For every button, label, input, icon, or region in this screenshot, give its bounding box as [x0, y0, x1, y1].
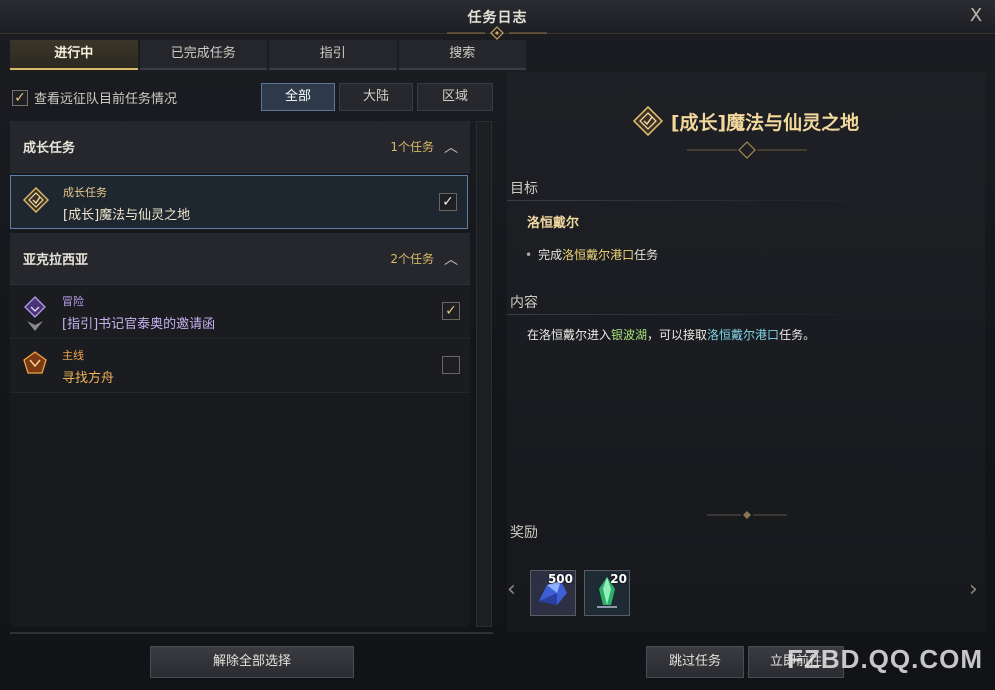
divider-ornament-icon: [707, 511, 787, 519]
quest-detail-panel: [成长]魔法与仙灵之地 目标 洛恒戴尔 • 完成洛恒戴尔港口任务 内容 在洛恒戴尔…: [507, 72, 985, 632]
filter-buttons: 全部 大陆 区域: [261, 83, 493, 111]
filter-region-button[interactable]: 区域: [417, 83, 493, 111]
reward-slot[interactable]: 500: [530, 570, 576, 616]
quest-name: 寻找方舟: [62, 371, 115, 386]
detail-header: [成长]魔法与仙灵之地: [507, 106, 985, 136]
reward-slot[interactable]: 20: [584, 570, 630, 616]
group-count: 1个任务: [390, 140, 434, 154]
quest-name: [指引]书记官泰奥的邀请函: [62, 317, 216, 332]
header-ornament-icon: [687, 141, 807, 159]
objective-location: 洛恒戴尔: [527, 216, 580, 231]
quest-log-window: 任务日志 X 进行中 已完成任务 指引 搜索 ✓ 查看远征队目前任务情况 全部 …: [0, 0, 995, 690]
objective-item: • 完成洛恒戴尔港口任务: [525, 246, 658, 263]
bullet: •: [525, 248, 533, 262]
track-checkbox[interactable]: ✓: [439, 193, 457, 211]
guide-marker-icon: [27, 321, 43, 331]
quest-list: 成长任务 1个任务 ︿ 成长任务 [成长]魔法与仙灵之地 ✓ 亚克拉西亚 2个任务…: [10, 121, 470, 627]
objective-label: 目标: [510, 181, 538, 197]
tab-guide[interactable]: 指引: [269, 40, 397, 70]
tab-in-progress[interactable]: 进行中: [10, 40, 138, 70]
content-part: 在洛恒戴尔进入: [527, 328, 612, 342]
title-bar: 任务日志 X: [0, 0, 995, 40]
quest-row[interactable]: 主线 寻找方舟: [10, 339, 470, 393]
group-header-arkesia[interactable]: 亚克拉西亚 2个任务 ︿: [10, 233, 470, 285]
quest-name: [成长]魔法与仙灵之地: [63, 208, 191, 223]
quest-tabs: 进行中 已完成任务 指引 搜索: [10, 40, 526, 70]
rewards-next-arrow[interactable]: ›: [969, 577, 978, 602]
tab-completed[interactable]: 已完成任务: [139, 40, 267, 70]
reward-count: 20: [610, 572, 627, 586]
deselect-all-button[interactable]: 解除全部选择: [150, 646, 354, 678]
divider: [507, 200, 887, 201]
expedition-checkbox[interactable]: ✓: [12, 89, 28, 106]
quest-row[interactable]: 成长任务 [成长]魔法与仙灵之地 ✓: [10, 175, 468, 229]
reward-count: 500: [547, 572, 573, 586]
tab-search[interactable]: 搜索: [398, 40, 526, 70]
window-title: 任务日志: [467, 10, 528, 26]
content-highlight-port: 洛恒戴尔港口: [707, 328, 780, 342]
content-label: 内容: [510, 295, 538, 311]
divider: [10, 632, 493, 634]
go-now-button[interactable]: 立即前往: [748, 646, 844, 678]
objective-suffix: 任务: [634, 248, 659, 262]
quest-category: 冒险: [62, 295, 84, 308]
content-part: 任务。: [779, 328, 816, 342]
content-highlight-lake: 银波湖: [611, 328, 648, 342]
growth-quest-icon: [23, 187, 49, 213]
reward-label: 奖励: [510, 525, 538, 541]
filter-continent-button[interactable]: 大陆: [339, 83, 413, 111]
detail-title: [成长]魔法与仙灵之地: [670, 111, 860, 134]
chevron-up-icon[interactable]: ︿: [444, 249, 458, 269]
content-text: 在洛恒戴尔进入银波湖，可以接取洛恒戴尔港口任务。: [527, 326, 815, 343]
track-checkbox[interactable]: [442, 356, 460, 374]
chevron-up-icon[interactable]: ︿: [444, 137, 458, 157]
objective-highlight: 洛恒戴尔港口: [562, 248, 635, 262]
divider: [507, 314, 887, 315]
growth-quest-icon: [632, 106, 663, 136]
group-title: 亚克拉西亚: [23, 253, 89, 268]
objective-prefix: 完成: [538, 248, 563, 262]
main-quest-icon: [23, 351, 47, 374]
filter-all-button[interactable]: 全部: [261, 83, 335, 111]
quest-row[interactable]: 冒险 [指引]书记官泰奥的邀请函 ✓: [10, 285, 470, 339]
title-ornament-icon: [447, 26, 547, 40]
content-part: ，可以接取: [647, 328, 708, 342]
quest-category: 成长任务: [63, 186, 107, 199]
quest-list-scrollbar[interactable]: [476, 121, 492, 627]
rewards-prev-arrow[interactable]: ‹: [507, 577, 516, 602]
quest-category: 主线: [62, 349, 84, 362]
skip-quest-button[interactable]: 跳过任务: [646, 646, 744, 678]
group-title: 成长任务: [23, 141, 76, 156]
close-button[interactable]: X: [965, 5, 987, 27]
track-checkbox[interactable]: ✓: [442, 302, 460, 320]
expedition-toggle[interactable]: ✓ 查看远征队目前任务情况: [12, 88, 177, 107]
group-count: 2个任务: [390, 252, 434, 266]
expedition-label: 查看远征队目前任务情况: [34, 92, 178, 107]
group-header-growth[interactable]: 成长任务 1个任务 ︿: [10, 121, 470, 173]
